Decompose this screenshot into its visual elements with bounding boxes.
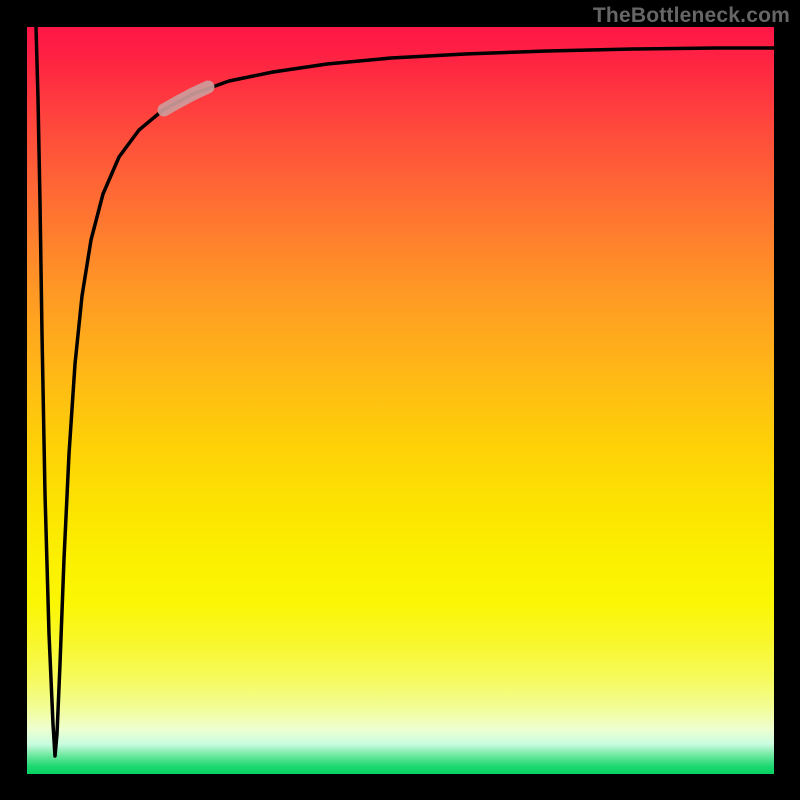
chart-frame: TheBottleneck.com <box>0 0 800 800</box>
watermark-text: TheBottleneck.com <box>593 4 790 28</box>
plot-area <box>27 27 774 774</box>
